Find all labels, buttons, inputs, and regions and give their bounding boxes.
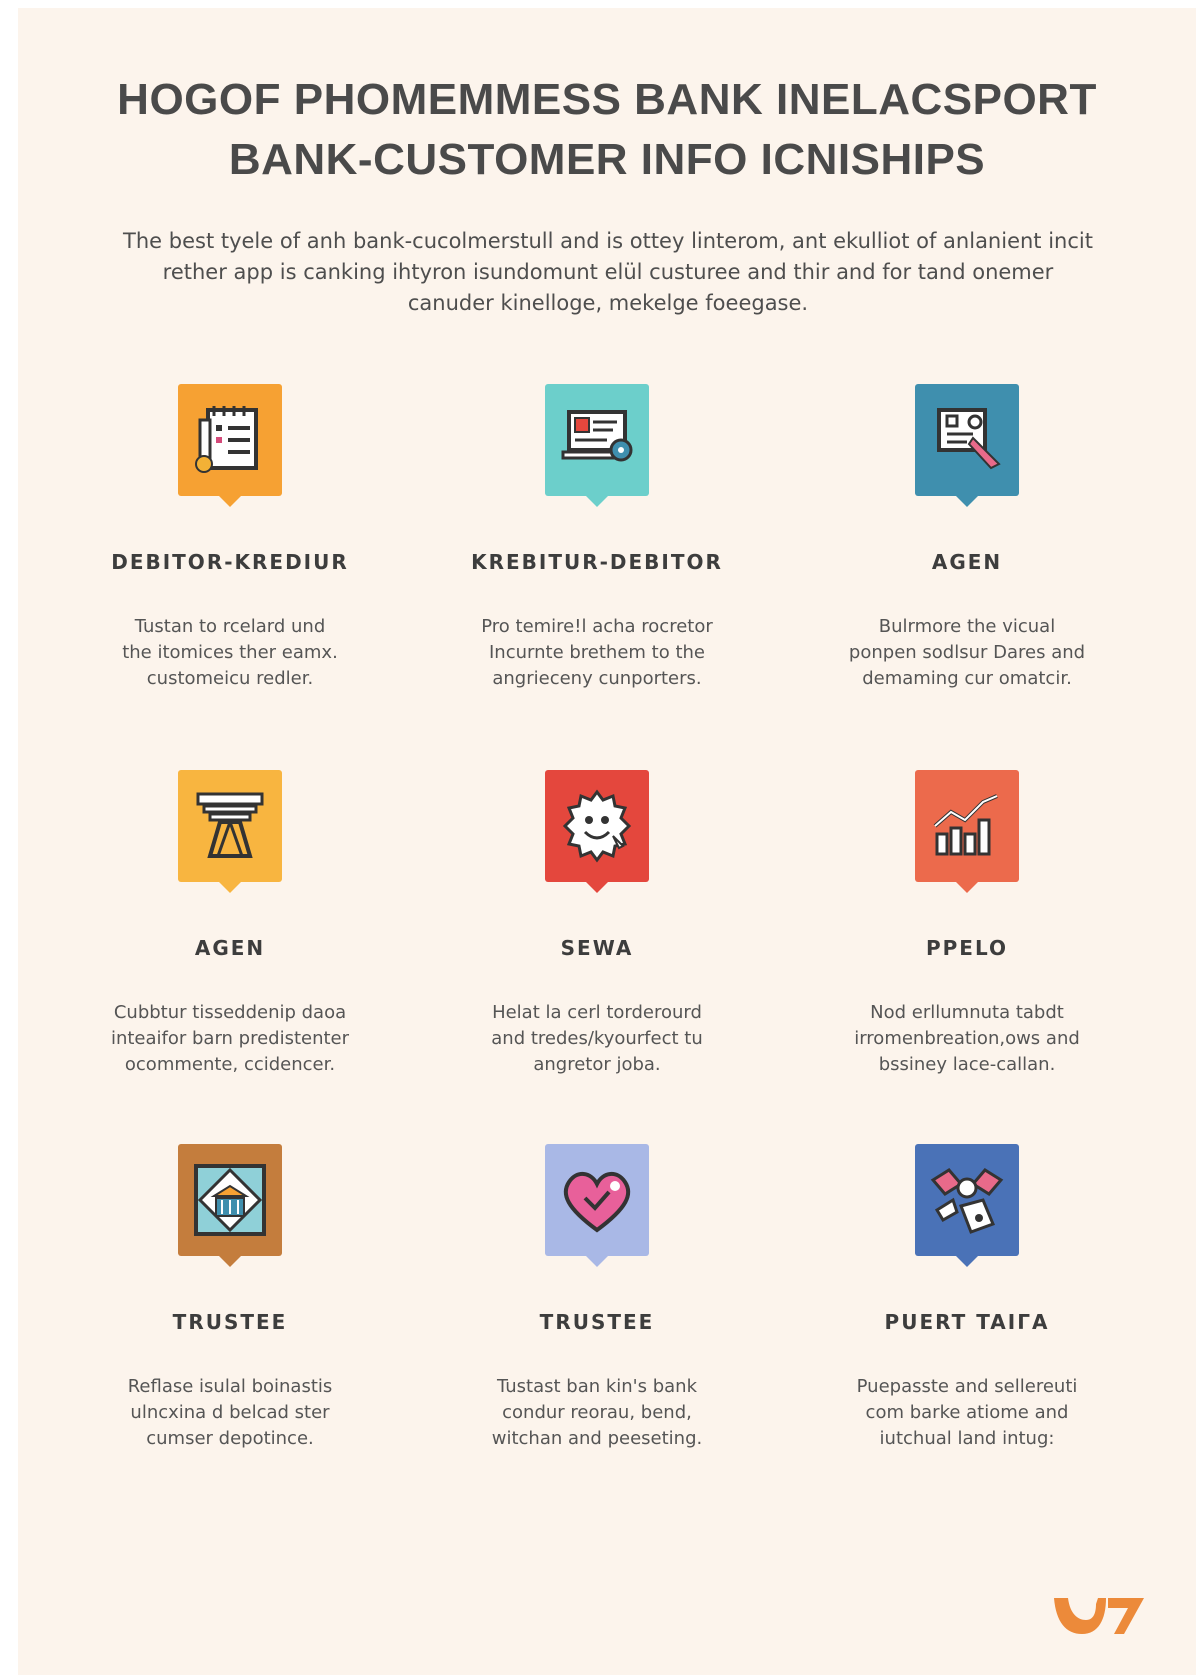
card-description: Cubbtur tisseddenip daoa inteaifor barn …	[110, 1002, 350, 1075]
computer-monitor-gear-icon	[545, 384, 649, 496]
card-title: KREBITUR-DEBITOR	[471, 550, 723, 574]
card-agen-1: AGEN Bulrmore the vicual ponpen sodlsur …	[802, 384, 1132, 692]
card-title: AGEN	[194, 936, 266, 960]
smiling-gear-icon	[545, 770, 649, 882]
card-krebitur-debitor: KREBITUR-DEBITOR Pro temire!l acha rocre…	[432, 384, 762, 692]
title-line-1: HOGOF PHOMEMMESS BANK INELACSPORT	[117, 75, 1097, 124]
card-sewa: SEWA Helat la cerl torderourd and tredes…	[432, 770, 762, 1078]
bar-chart-trend-icon	[915, 770, 1019, 882]
heart-check-icon	[545, 1144, 649, 1256]
card-description: Helat la cerl torderourd and tredes/kyou…	[491, 1002, 703, 1075]
intro-line-3: canuder kinelloge, mekelge foeegase.	[407, 291, 809, 315]
card-description: Tustan to rcelard und the itomices ther …	[122, 616, 338, 689]
card-description: Nod erllumnuta tabdt irromenbreation,ows…	[854, 1002, 1080, 1075]
card-description: Pro temire!l acha rocretor Incurnte bret…	[481, 616, 713, 689]
card-title: SEWA	[560, 936, 634, 960]
intro-line-1: The best tyele of anh bank-cucolmerstull…	[123, 229, 1093, 253]
card-title: AGEN	[931, 550, 1003, 574]
card-description: Tustast ban kin's bank condur reorau, be…	[491, 1376, 703, 1449]
card-title: PPELO	[925, 936, 1008, 960]
card-ppelo: PPELO Nod erllumnuta tabdt irromenbreati…	[802, 770, 1132, 1078]
page-title: HOGOF PHOMEMMESS BANK INELACSPORT BANK-C…	[18, 70, 1196, 190]
brand-logo	[1048, 1590, 1148, 1644]
card-agen-2: AGEN Cubbtur tisseddenip daoa inteaifor …	[65, 770, 395, 1078]
card-trustee-1: TRUSTEE Reflase isulal boinastis ulncxin…	[65, 1144, 395, 1452]
handshake-deal-icon	[915, 1144, 1019, 1256]
bank-building-icon	[178, 1144, 282, 1256]
clipboard-checklist-icon	[178, 384, 282, 496]
card-title: TRUSTEE	[539, 1310, 655, 1334]
card-title: PUERT TAIΓA	[884, 1310, 1050, 1334]
card-title: DEBITOR-KREDIUR	[111, 550, 349, 574]
card-description: Reflase isulal boinastis ulncxina d belc…	[127, 1376, 333, 1449]
card-debitor-krediur: DEBITOR-KREDIUR Tustan to rcelard und th…	[65, 384, 395, 692]
document-pointer-icon	[915, 384, 1019, 496]
intro-paragraph: The best tyele of anh bank-cucolmerstull…	[108, 226, 1108, 319]
card-puert-taira: PUERT TAIΓA Puepasste and sellereuti com…	[802, 1144, 1132, 1452]
card-trustee-2: TRUSTEE Tustast ban kin's bank condur re…	[432, 1144, 762, 1452]
title-line-2: BANK-CUSTOMER INFO ICNISHIPS	[228, 135, 986, 184]
card-title: TRUSTEE	[172, 1310, 288, 1334]
card-description: Bulrmore the vicual ponpen sodlsur Dares…	[848, 616, 1086, 689]
pillar-column-icon	[178, 770, 282, 882]
infographic-page: HOGOF PHOMEMMESS BANK INELACSPORT BANK-C…	[18, 8, 1196, 1675]
card-description: Puepasste and sellereuti com barke atiom…	[856, 1376, 1078, 1449]
intro-line-2: rether app is canking ihtyron isundomunt…	[162, 260, 1054, 284]
